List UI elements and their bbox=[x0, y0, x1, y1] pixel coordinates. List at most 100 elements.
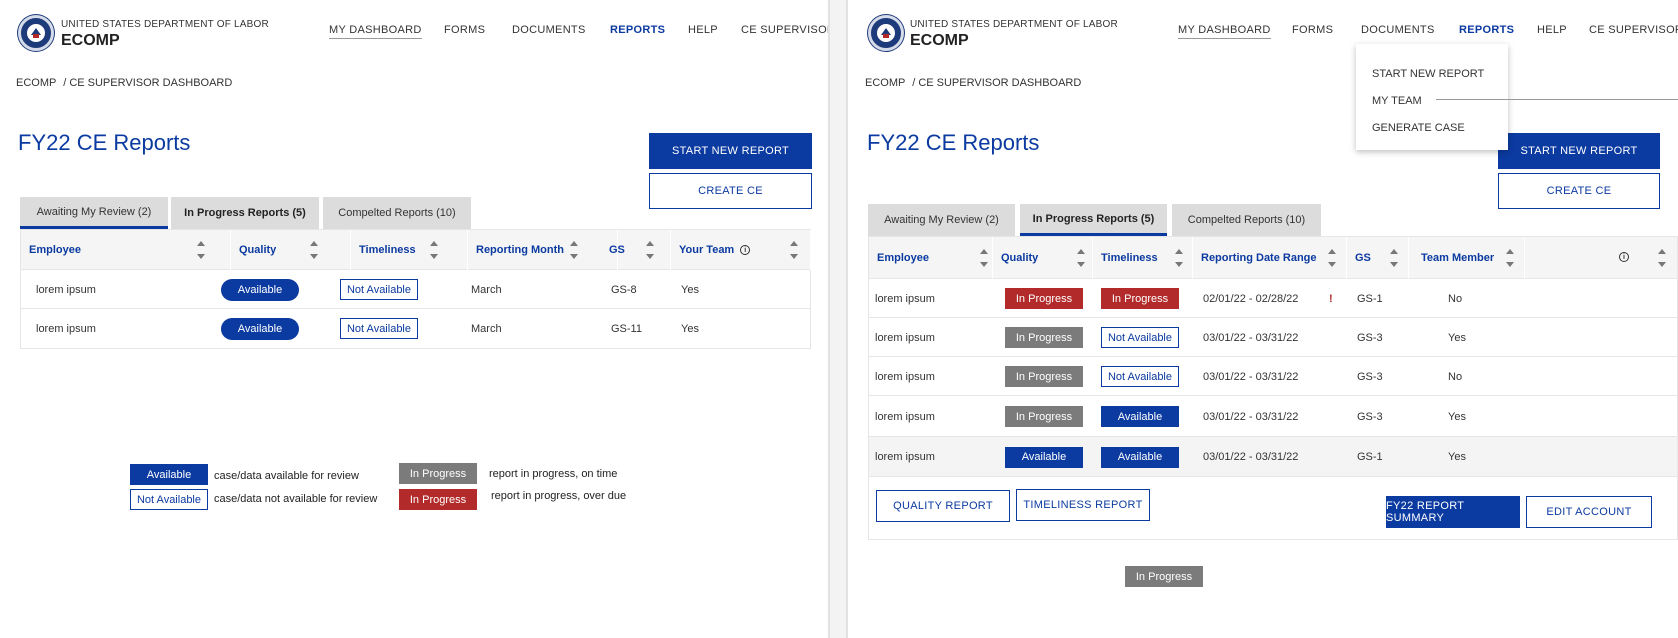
timeliness-status-badge[interactable]: Not Available bbox=[340, 318, 418, 339]
left-screen: UNITED STATES DEPARTMENT OF LABOR ECOMP … bbox=[0, 0, 835, 638]
sort-arrows-icon[interactable] bbox=[1389, 246, 1399, 270]
breadcrumb: ECOMP / CE SUPERVISOR DASHBOARD bbox=[16, 77, 232, 89]
nav-reports[interactable]: REPORTS bbox=[1459, 24, 1514, 36]
nav-ce-supervisor[interactable]: CE SUPERVISOR bbox=[741, 24, 835, 36]
col-quality[interactable]: Quality bbox=[231, 230, 351, 270]
nav-ce-supervisor[interactable]: CE SUPERVISOR bbox=[1589, 24, 1678, 36]
table-row[interactable]: lorem ipsum Available Not Available Marc… bbox=[21, 309, 810, 348]
table-row[interactable]: lorem ipsum In Progress Not Available 03… bbox=[869, 357, 1677, 396]
nav-help[interactable]: HELP bbox=[688, 24, 718, 36]
quality-status-badge[interactable]: In Progress bbox=[1005, 288, 1083, 309]
sort-arrows-icon[interactable] bbox=[429, 238, 439, 262]
timeliness-report-button[interactable]: TIMELINESS REPORT bbox=[1016, 489, 1150, 521]
quality-status-badge[interactable]: Available bbox=[221, 278, 299, 301]
table-row[interactable]: lorem ipsum Available Available 03/01/22… bbox=[869, 437, 1677, 477]
gs-level: GS-3 bbox=[1357, 370, 1383, 383]
right-screen: UNITED STATES DEPARTMENT OF LABOR ECOMP … bbox=[848, 0, 1678, 638]
sort-arrows-icon[interactable] bbox=[1657, 246, 1667, 270]
sort-arrows-icon[interactable] bbox=[1505, 246, 1515, 270]
tab-awaiting-review[interactable]: Awaiting My Review (2) bbox=[868, 204, 1015, 236]
table-row[interactable]: lorem ipsum In Progress In Progress 02/0… bbox=[869, 279, 1677, 318]
col-employee[interactable]: Employee bbox=[869, 237, 993, 279]
team-member-value: Yes bbox=[1448, 331, 1466, 344]
tab-in-progress[interactable]: In Progress Reports (5) bbox=[1020, 204, 1167, 236]
legend-available-badge: Available bbox=[130, 464, 208, 485]
tab-awaiting-review[interactable]: Awaiting My Review (2) bbox=[20, 197, 168, 229]
breadcrumb-current: / CE SUPERVISOR DASHBOARD bbox=[912, 77, 1082, 89]
sort-arrows-icon[interactable] bbox=[789, 238, 799, 262]
sort-arrows-icon[interactable] bbox=[1076, 246, 1086, 270]
sort-arrows-icon[interactable] bbox=[1174, 246, 1184, 270]
timeliness-status-badge[interactable]: In Progress bbox=[1101, 288, 1179, 309]
gs-level: GS-1 bbox=[1357, 451, 1383, 463]
table-row[interactable]: lorem ipsum In Progress Not Available 03… bbox=[869, 318, 1677, 357]
quality-status-badge[interactable]: Available bbox=[1005, 446, 1083, 468]
left-reports-table: Employee Quality Timeliness Reporting Mo… bbox=[20, 229, 811, 349]
timeliness-status-badge[interactable]: Available bbox=[1101, 446, 1179, 468]
sort-arrows-icon[interactable] bbox=[979, 246, 989, 270]
edit-account-button[interactable]: EDIT ACCOUNT bbox=[1526, 496, 1652, 528]
table-row[interactable]: lorem ipsum Available Not Available Marc… bbox=[21, 270, 810, 309]
gs-level: GS-3 bbox=[1357, 410, 1383, 423]
reporting-date-range: 03/01/22 - 03/31/22 bbox=[1203, 370, 1299, 383]
timeliness-status-badge[interactable]: Not Available bbox=[340, 279, 418, 300]
nav-forms[interactable]: FORMS bbox=[1292, 24, 1333, 36]
sort-arrows-icon[interactable] bbox=[569, 238, 579, 262]
tab-in-progress[interactable]: In Progress Reports (5) bbox=[171, 197, 319, 229]
start-new-report-button[interactable]: START NEW REPORT bbox=[649, 133, 812, 169]
timeliness-status-badge[interactable]: Available bbox=[1101, 406, 1179, 427]
employee-name: lorem ipsum bbox=[875, 370, 935, 383]
nav-help[interactable]: HELP bbox=[1537, 24, 1567, 36]
info-icon[interactable]: i bbox=[1619, 252, 1629, 262]
page-title: FY22 CE Reports bbox=[867, 130, 1040, 155]
employee-name: lorem ipsum bbox=[875, 410, 935, 423]
your-team-value: Yes bbox=[681, 322, 699, 335]
sort-arrows-icon[interactable] bbox=[309, 238, 319, 262]
col-reporting-date-range[interactable]: Reporting Date Range bbox=[1193, 237, 1347, 279]
table-row[interactable]: lorem ipsum In Progress Available 03/01/… bbox=[869, 396, 1677, 437]
menu-item-my-team[interactable]: MY TEAM bbox=[1372, 95, 1422, 107]
legend-not-available-desc: case/data not available for review bbox=[214, 493, 378, 505]
app-name[interactable]: ECOMP bbox=[910, 32, 969, 50]
quality-status-badge[interactable]: In Progress bbox=[1005, 366, 1083, 387]
quality-status-badge[interactable]: Available bbox=[221, 317, 299, 340]
col-timeliness[interactable]: Timeliness bbox=[351, 230, 468, 270]
screen-divider bbox=[828, 0, 848, 638]
info-icon[interactable]: i bbox=[740, 245, 751, 255]
table-header-row: Employee Quality Timeliness Reporting Da… bbox=[869, 237, 1677, 279]
reporting-date-range: 03/01/22 - 03/31/22 bbox=[1203, 451, 1299, 463]
employee-name: lorem ipsum bbox=[875, 292, 935, 305]
fy22-report-summary-button[interactable]: FY22 REPORT SUMMARY bbox=[1386, 496, 1520, 528]
breadcrumb-root[interactable]: ECOMP bbox=[16, 77, 56, 89]
timeliness-status-badge[interactable]: Not Available bbox=[1101, 366, 1179, 387]
reporting-date-range: 03/01/22 - 03/31/22 bbox=[1203, 331, 1299, 344]
quality-status-badge[interactable]: In Progress bbox=[1005, 406, 1083, 427]
employee-name: lorem ipsum bbox=[36, 283, 96, 296]
nav-my-dashboard[interactable]: MY DASHBOARD bbox=[1178, 24, 1271, 39]
menu-item-start-new-report[interactable]: START NEW REPORT bbox=[1372, 68, 1484, 80]
create-ce-button[interactable]: CREATE CE bbox=[1498, 173, 1660, 209]
col-reporting-month[interactable]: Reporting Month bbox=[468, 230, 618, 270]
start-new-report-button[interactable]: START NEW REPORT bbox=[1498, 133, 1660, 169]
col-gs[interactable]: GS bbox=[1347, 237, 1409, 279]
menu-item-generate-case[interactable]: GENERATE CASE bbox=[1372, 122, 1465, 134]
quality-report-button[interactable]: QUALITY REPORT bbox=[876, 490, 1010, 522]
tab-completed[interactable]: Compelted Reports (10) bbox=[1172, 204, 1321, 236]
sort-arrows-icon[interactable] bbox=[645, 238, 655, 262]
col-gs[interactable]: GS bbox=[601, 230, 671, 270]
sort-arrows-icon[interactable] bbox=[196, 238, 206, 262]
annotation-line bbox=[1436, 99, 1678, 100]
nav-reports[interactable]: REPORTS bbox=[610, 24, 665, 36]
timeliness-status-badge[interactable]: Not Available bbox=[1101, 327, 1179, 348]
sort-arrows-icon[interactable] bbox=[1327, 246, 1337, 270]
tab-completed[interactable]: Compelted Reports (10) bbox=[323, 197, 471, 229]
nav-documents[interactable]: DOCUMENTS bbox=[512, 24, 586, 36]
nav-my-dashboard[interactable]: MY DASHBOARD bbox=[329, 24, 422, 39]
app-name[interactable]: ECOMP bbox=[61, 32, 120, 50]
breadcrumb-root[interactable]: ECOMP bbox=[865, 77, 905, 89]
nav-forms[interactable]: FORMS bbox=[444, 24, 485, 36]
create-ce-button[interactable]: CREATE CE bbox=[649, 173, 812, 209]
gs-level: GS-11 bbox=[611, 322, 642, 335]
quality-status-badge[interactable]: In Progress bbox=[1005, 327, 1083, 348]
nav-documents[interactable]: DOCUMENTS bbox=[1361, 24, 1435, 36]
